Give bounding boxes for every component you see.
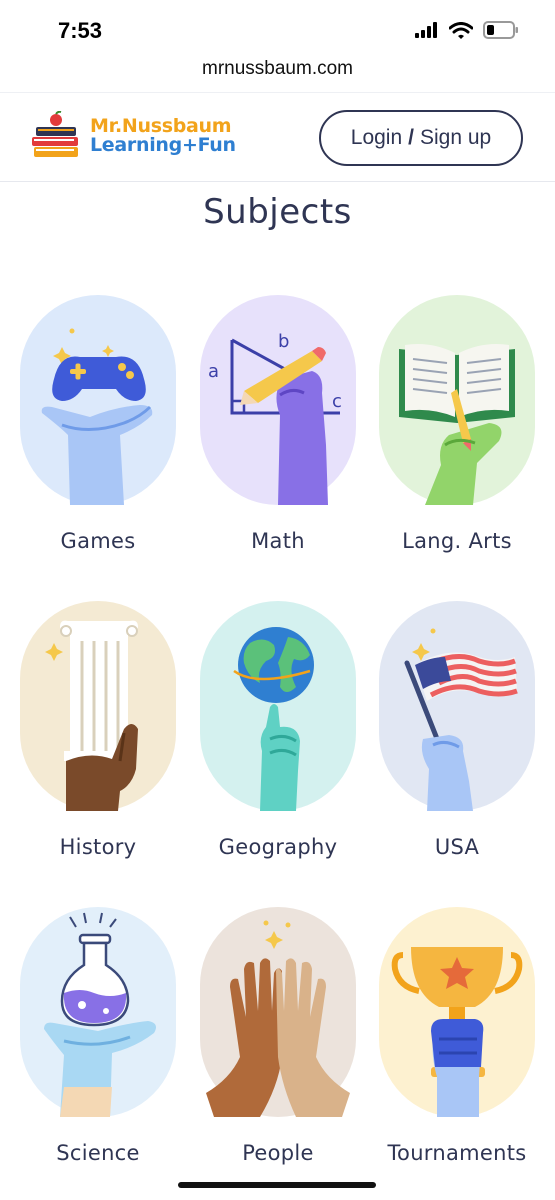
site-logo[interactable]: Mr.Nussbaum Learning+Fun [30, 111, 236, 161]
trophy-icon [379, 907, 535, 1117]
svg-text:a: a [208, 361, 219, 382]
svg-text:c: c [332, 391, 342, 412]
url-bar[interactable]: mrnussbaum.com [0, 58, 555, 90]
greek-column-icon [20, 601, 176, 811]
status-icons [415, 21, 519, 39]
svg-text:b: b [278, 331, 289, 352]
subject-label: Games [60, 529, 136, 553]
open-book-icon [379, 295, 535, 505]
subject-tile-science[interactable]: Science [20, 907, 176, 1177]
subject-label: People [242, 1141, 314, 1165]
cellular-signal-icon [415, 22, 437, 38]
logo-tagline: Learning+Fun [90, 134, 236, 156]
login-separator: / [408, 126, 414, 149]
globe-icon [200, 601, 356, 811]
wifi-icon [449, 21, 473, 39]
high-five-icon [200, 907, 356, 1117]
subject-tile-tournaments[interactable]: Tournaments [379, 907, 535, 1177]
subject-label: Math [251, 529, 305, 553]
subject-label: History [59, 835, 137, 859]
subject-tile-math[interactable]: b a c Math [200, 295, 356, 565]
game-controller-icon [20, 295, 176, 505]
subject-label: Lang. Arts [402, 529, 512, 553]
subject-tile-history[interactable]: History [20, 601, 176, 871]
status-time: 7:53 [58, 18, 103, 43]
section-title: Subjects [203, 192, 352, 232]
subject-label: Science [56, 1141, 140, 1165]
american-flag-icon [379, 601, 535, 811]
flask-icon [20, 907, 176, 1117]
home-indicator[interactable] [178, 1182, 376, 1188]
subject-tile-lang-arts[interactable]: Lang. Arts [379, 295, 535, 565]
subject-tile-usa[interactable]: USA [379, 601, 535, 871]
site-header: Mr.Nussbaum Learning+Fun Login / Sign up [0, 92, 555, 182]
subject-tile-people[interactable]: People [200, 907, 356, 1177]
triangle-pencil-icon: b a c [200, 295, 356, 505]
status-bar: 7:53 [0, 0, 555, 58]
subject-tile-geography[interactable]: Geography [200, 601, 356, 871]
login-label: Login [350, 126, 403, 149]
battery-icon [483, 21, 518, 39]
subject-label: USA [434, 835, 480, 859]
books-apple-icon [32, 111, 78, 157]
subject-label: Tournaments [387, 1141, 527, 1165]
login-signup-button[interactable]: Login / Sign up [319, 110, 523, 166]
signup-label: Sign up [420, 126, 492, 149]
subject-tile-games[interactable]: Games [20, 295, 176, 565]
subject-label: Geography [218, 835, 338, 859]
